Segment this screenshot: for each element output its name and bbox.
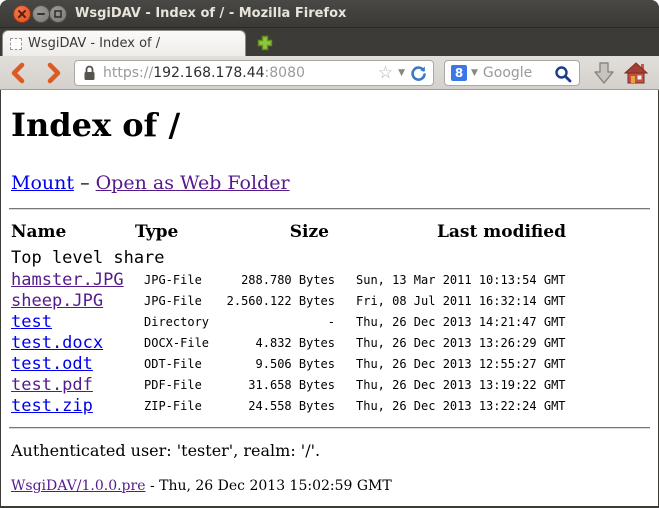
file-modified: Thu, 26 Dec 2013 13:22:24 GMT [356, 396, 566, 417]
navigation-toolbar: https://192.168.178.44:8080 ☆ ▼ 8 ▼ [0, 56, 659, 90]
table-row: test.docx DOCX-File 4.832 Bytes Thu, 26 … [1, 333, 658, 354]
page-title: Index of / [11, 106, 180, 144]
close-icon [17, 9, 27, 19]
mount-link[interactable]: Mount [11, 172, 74, 194]
tab-wsgidav[interactable]: WsgiDAV - Index of / [2, 30, 246, 56]
file-modified: Thu, 26 Dec 2013 12:55:27 GMT [356, 354, 566, 375]
titlebar[interactable]: WsgiDAV - Index of / - Mozilla Firefox [0, 0, 659, 28]
bookmark-star-icon[interactable]: ☆ [378, 65, 393, 82]
tab-bar: WsgiDAV - Index of / [0, 28, 659, 56]
page-favicon-icon [10, 38, 22, 50]
file-size: 2.560.122 Bytes [181, 291, 335, 312]
file-link[interactable]: test.odt [11, 354, 93, 375]
file-modified: Thu, 26 Dec 2013 13:26:29 GMT [356, 333, 566, 354]
url-host: 192.168.178.44 [153, 65, 264, 81]
nav-separator: – [80, 172, 90, 194]
file-modified: Thu, 26 Dec 2013 14:21:47 GMT [356, 312, 566, 333]
search-bar[interactable]: 8 ▼ [444, 60, 580, 86]
search-engine-chevron-icon[interactable]: ▼ [471, 69, 478, 78]
maximize-icon [53, 9, 63, 19]
plus-icon [256, 34, 274, 52]
chevron-down-icon[interactable]: ▼ [398, 69, 405, 78]
file-modified: Sun, 13 Mar 2011 10:13:54 GMT [356, 270, 566, 291]
table-row: test.odt ODT-File 9.506 Bytes Thu, 26 De… [1, 354, 658, 375]
tab-label: WsgiDAV - Index of / [28, 36, 160, 51]
url-text: https://192.168.178.44:8080 [103, 65, 305, 81]
footer-line: WsgiDAV/1.0.0.pre - Thu, 26 Dec 2013 15:… [11, 478, 392, 494]
wsgidav-version-link[interactable]: WsgiDAV/1.0.0.pre [11, 478, 146, 494]
chevron-left-icon [9, 62, 27, 84]
divider [9, 208, 650, 210]
magnifier-icon[interactable] [554, 65, 572, 83]
table-header: Name Type Size Last modified [1, 222, 658, 244]
header-name: Name [11, 222, 66, 242]
file-size: - [181, 312, 335, 333]
home-button[interactable] [622, 60, 650, 86]
search-input[interactable] [483, 65, 545, 81]
url-port: :8080 [265, 65, 305, 81]
url-scheme: https:// [103, 65, 153, 81]
table-row: sheep.JPG JPG-File 2.560.122 Bytes Fri, … [1, 291, 658, 312]
reload-icon[interactable] [410, 65, 427, 82]
minimize-icon [36, 9, 46, 19]
file-modified: Fri, 08 Jul 2011 16:32:14 GMT [356, 291, 566, 312]
open-as-web-folder-link[interactable]: Open as Web Folder [96, 172, 290, 194]
home-icon [623, 61, 649, 85]
browser-window: WsgiDAV - Index of / - Mozilla Firefox W… [0, 0, 659, 508]
divider [9, 427, 650, 429]
file-link[interactable]: test.zip [11, 396, 93, 417]
file-link[interactable]: test.docx [11, 333, 103, 354]
directory-link[interactable]: test [11, 312, 52, 333]
file-link[interactable]: sheep.JPG [11, 291, 103, 312]
header-type: Type [135, 222, 178, 242]
table-row: test.zip ZIP-File 24.558 Bytes Thu, 26 D… [1, 396, 658, 417]
file-size: 24.558 Bytes [181, 396, 335, 417]
header-size: Size [241, 222, 329, 242]
down-arrow-icon [593, 61, 615, 85]
new-tab-button[interactable] [251, 31, 279, 54]
file-size: 9.506 Bytes [181, 354, 335, 375]
file-size: 4.832 Bytes [181, 333, 335, 354]
file-size: 31.658 Bytes [181, 375, 335, 396]
page-content: Index of / Mount – Open as Web Folder Na… [1, 90, 658, 506]
header-last-modified: Last modified [401, 222, 566, 242]
window-title: WsgiDAV - Index of / - Mozilla Firefox [75, 0, 346, 28]
file-modified: Thu, 26 Dec 2013 13:19:22 GMT [356, 375, 566, 396]
table-row: hamster.JPG JPG-File 288.780 Bytes Sun, … [1, 270, 658, 291]
file-size: 288.780 Bytes [181, 270, 335, 291]
downloads-button[interactable] [590, 60, 618, 86]
file-link[interactable]: test.pdf [11, 375, 93, 396]
url-bar[interactable]: https://192.168.178.44:8080 ☆ ▼ [74, 60, 434, 86]
back-button[interactable] [5, 61, 31, 85]
minimize-button[interactable] [32, 5, 50, 23]
nav-links: Mount – Open as Web Folder [11, 172, 290, 194]
padlock-icon [83, 65, 96, 81]
footer-timestamp: - Thu, 26 Dec 2013 15:02:59 GMT [146, 478, 392, 494]
chevron-right-icon [45, 62, 63, 84]
table-row: test Directory - Thu, 26 Dec 2013 14:21:… [1, 312, 658, 333]
google-favicon: 8 [451, 65, 467, 81]
share-note: Top level share [11, 248, 165, 268]
table-row: test.pdf PDF-File 31.658 Bytes Thu, 26 D… [1, 375, 658, 396]
auth-status: Authenticated user: 'tester', realm: '/'… [11, 441, 320, 460]
file-link[interactable]: hamster.JPG [11, 270, 124, 291]
forward-button[interactable] [41, 61, 67, 85]
close-button[interactable] [13, 5, 31, 23]
maximize-button[interactable] [49, 5, 67, 23]
